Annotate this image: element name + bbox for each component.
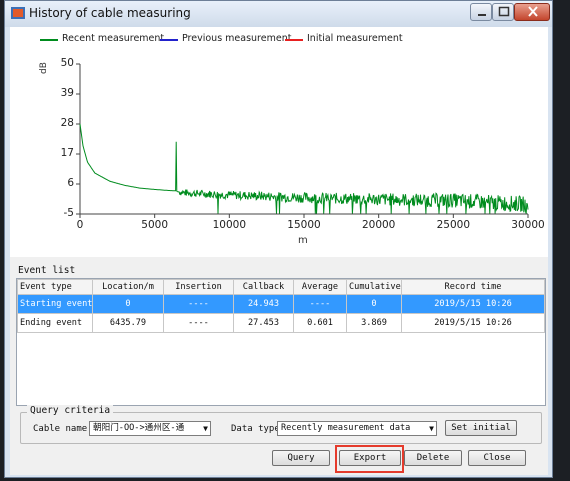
table-row[interactable]: Ending event 6435.79 ---- 27.453 0.601 3… xyxy=(17,313,545,333)
cell-insertion: ---- xyxy=(163,294,234,314)
column-header[interactable]: Location/m xyxy=(92,279,164,295)
table-header-row: Event type Location/m Insertion Callback… xyxy=(17,279,545,295)
table-row[interactable]: Starting event 0 ---- 24.943 ---- 0 2019… xyxy=(17,294,545,314)
query-criteria-group: Query criteria Cable name 朝阳门-OO->通州区-通 … xyxy=(20,405,542,444)
delete-button[interactable]: Delete xyxy=(404,450,462,466)
query-criteria-label: Query criteria xyxy=(27,405,114,416)
event-list-label: Event list xyxy=(18,265,76,276)
cell-insertion: ---- xyxy=(163,313,234,333)
chevron-down-icon: ▼ xyxy=(203,424,208,433)
cable-name-label: Cable name xyxy=(33,424,88,434)
window-title: History of cable measuring xyxy=(29,6,191,20)
event-table: Event type Location/m Insertion Callback… xyxy=(16,278,546,406)
column-header[interactable]: Average xyxy=(293,279,347,295)
export-highlight xyxy=(335,445,404,473)
cell-average: ---- xyxy=(293,294,347,314)
title-bar[interactable]: History of cable measuring xyxy=(5,1,552,27)
column-header[interactable]: Cumulative xyxy=(346,279,402,295)
history-window: History of cable measuring Recent measur… xyxy=(4,0,553,478)
column-header[interactable]: Record time xyxy=(401,279,545,295)
query-button[interactable]: Query xyxy=(272,450,330,466)
minimize-button[interactable] xyxy=(470,3,492,21)
plot-svg xyxy=(76,63,529,218)
cell-event-type: Ending event xyxy=(17,313,93,333)
cell-callback: 24.943 xyxy=(233,294,294,314)
client-area: Recent measurement Previous measurement … xyxy=(10,27,548,475)
cell-location: 6435.79 xyxy=(92,313,164,333)
cell-callback: 27.453 xyxy=(233,313,294,333)
chart-area: Recent measurement Previous measurement … xyxy=(10,27,548,257)
close-window-button[interactable] xyxy=(514,3,550,21)
cell-average: 0.601 xyxy=(293,313,347,333)
cell-event-type: Starting event xyxy=(17,294,93,314)
cable-name-select[interactable]: 朝阳门-OO->通州区-通 ▼ xyxy=(89,421,211,436)
set-initial-button[interactable]: Set initial xyxy=(445,420,517,436)
column-header[interactable]: Event type xyxy=(17,279,93,295)
data-type-select[interactable]: Recently measurement data ▼ xyxy=(277,421,437,436)
cell-cumulative: 0 xyxy=(346,294,402,314)
app-icon xyxy=(11,7,25,19)
maximize-icon xyxy=(498,6,510,17)
cell-record-time: 2019/5/15 10:26 xyxy=(401,313,545,333)
data-type-value: Recently measurement data xyxy=(281,423,411,433)
series-line-recent xyxy=(79,123,529,214)
close-icon xyxy=(528,6,538,17)
maximize-button[interactable] xyxy=(492,3,514,21)
column-header[interactable]: Insertion xyxy=(163,279,234,295)
cable-name-value: 朝阳门-OO->通州区-通 xyxy=(93,423,185,433)
cell-cumulative: 3.869 xyxy=(346,313,402,333)
data-type-label: Data type xyxy=(231,424,280,434)
minimize-icon xyxy=(478,14,486,16)
cell-location: 0 xyxy=(92,294,164,314)
cell-record-time: 2019/5/15 10:26 xyxy=(401,294,545,314)
column-header[interactable]: Callback xyxy=(233,279,294,295)
chevron-down-icon: ▼ xyxy=(429,424,434,433)
close-button[interactable]: Close xyxy=(468,450,526,466)
